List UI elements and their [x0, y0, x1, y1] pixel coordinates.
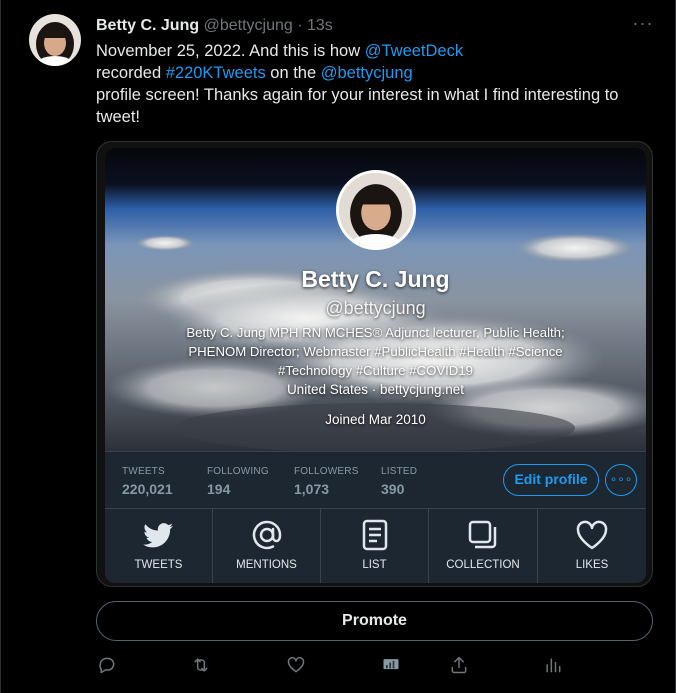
tweet-text-part: on the [265, 64, 321, 82]
views-icon[interactable] [543, 655, 565, 677]
stat-value: 1,073 [294, 481, 330, 497]
tweet-container: Betty C. Jung @bettycjung · 13s ··· Nove… [0, 0, 676, 693]
tab-label: LIKES [575, 559, 609, 571]
stat-tweets: TWEETS 220,021 [122, 466, 173, 497]
tweet-text-part: November 25, 2022. And this is how [96, 42, 365, 60]
edit-profile-button: Edit profile [503, 464, 599, 496]
profile-card-screenshot: Betty C. Jung @bettycjung Betty C. Jung … [105, 148, 646, 583]
author-handle[interactable]: @bettycjung [204, 17, 293, 34]
stat-value: 194 [207, 481, 231, 497]
twitter-bird-icon [142, 523, 173, 548]
author-avatar[interactable] [29, 14, 81, 66]
tab-label: MENTIONS [236, 559, 297, 571]
list-icon [362, 519, 387, 551]
stat-value: 390 [381, 481, 405, 497]
tab-collection: COLLECTION [429, 509, 538, 583]
tab-label: COLLECTION [446, 559, 520, 571]
profile-bio: Betty C. Jung MPH RN MCHES® Adjunct lect… [186, 325, 565, 378]
tweet-text: November 25, 2022. And this is how @Twee… [96, 40, 656, 128]
profile-banner: Betty C. Jung @bettycjung Betty C. Jung … [105, 148, 646, 451]
separator: · [292, 17, 307, 34]
tweet-text-part: recorded [96, 64, 166, 82]
share-icon[interactable] [449, 655, 471, 677]
like-icon[interactable] [286, 655, 308, 677]
profile-name: Betty C. Jung [301, 266, 450, 292]
tab-label: TWEETS [134, 559, 183, 571]
hashtag-link[interactable]: #220KTweets [166, 64, 266, 82]
stat-label: FOLLOWERS [294, 466, 359, 477]
stat-value: 220,021 [122, 481, 173, 497]
tweet-timestamp[interactable]: 13s [307, 17, 333, 34]
author-name[interactable]: Betty C. Jung [96, 17, 199, 34]
tab-label: LIST [362, 559, 387, 571]
more-options-icon[interactable]: ··· [629, 14, 657, 38]
profile-more-button: ∘∘∘ [605, 464, 637, 496]
stat-label: TWEETS [122, 466, 165, 477]
collection-icon [468, 520, 497, 549]
tweet-media-image[interactable]: Betty C. Jung @bettycjung Betty C. Jung … [96, 141, 653, 587]
mention-link-tweetdeck[interactable]: @TweetDeck [365, 42, 463, 60]
profile-handle: @bettycjung [325, 298, 426, 318]
stat-label: LISTED [381, 466, 418, 477]
stat-listed: LISTED 390 [381, 466, 417, 497]
tab-list: LIST [321, 509, 429, 583]
analytics-icon[interactable] [381, 655, 403, 677]
profile-avatar [336, 170, 416, 250]
reply-icon[interactable] [97, 655, 119, 677]
retweet-icon[interactable] [191, 655, 213, 677]
tweet-header: Betty C. Jung @bettycjung · 13s [96, 16, 333, 36]
heart-icon [576, 520, 608, 550]
tweet-action-bar [1, 655, 676, 677]
stat-following: FOLLOWING 194 [207, 466, 269, 497]
stat-label: FOLLOWING [207, 466, 269, 477]
mention-link-bettycjung[interactable]: @bettycjung [321, 64, 413, 82]
profile-tabs: TWEETS MENTIONS LIST COLLECTION LIKES [105, 509, 646, 583]
at-sign-icon [252, 520, 281, 550]
tab-likes: LIKES [538, 509, 646, 583]
stat-followers: FOLLOWERS 1,073 [294, 466, 359, 497]
promote-button[interactable]: Promote [96, 601, 653, 641]
tweet-text-part: profile screen! Thanks again for your in… [96, 86, 619, 126]
profile-location-website: United States · bettycjung.net [286, 382, 465, 397]
profile-joined-date: Joined Mar 2010 [325, 412, 426, 427]
profile-stats-bar: TWEETS 220,021 FOLLOWING 194 FOLLOWERS 1… [105, 451, 646, 509]
tab-tweets: TWEETS [105, 509, 213, 583]
tab-mentions: MENTIONS [213, 509, 321, 583]
